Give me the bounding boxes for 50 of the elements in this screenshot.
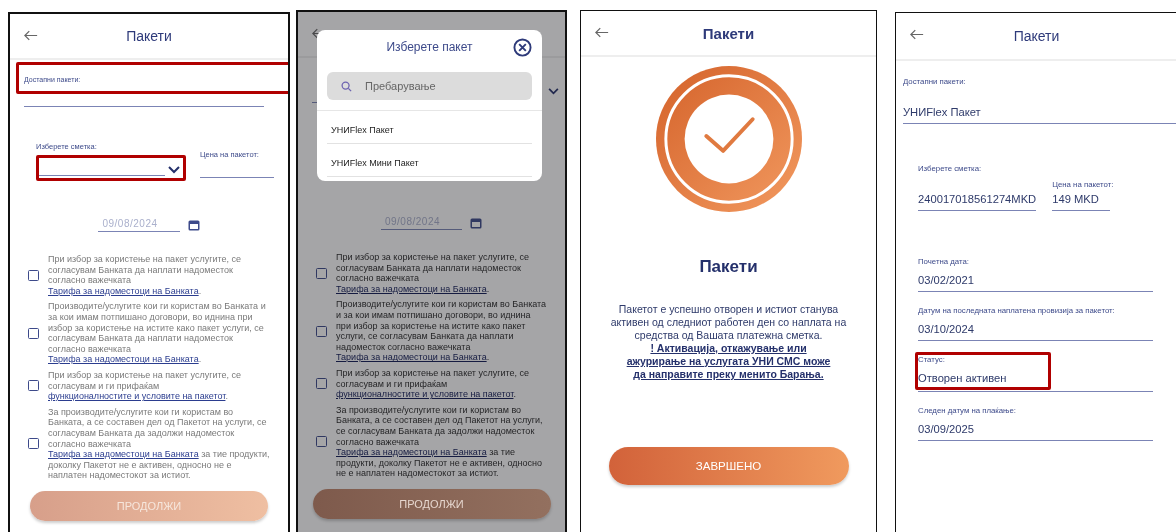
package-option[interactable]: УНИFlex Пакет [327,111,532,144]
agreement-text: При избор за користење на пакет услугите, се согласувам и ги прифаќам функционалностите и условите на пакетот. [48,369,242,402]
package-value[interactable]: УНИFlex Пакет [903,105,1176,124]
field-value: 03/10/2024 [918,322,975,336]
notice-link[interactable]: ! Активација, откажување или ажурирање на услугата УНИ СМС може да направите преку менито Барања. [621,342,836,381]
package-option[interactable]: УНИFlex Мини Пакет [327,144,532,177]
agreement-text: При избор за користење на пакет услугите, се согласувам Банката да наплати надоместок согласно важечката Тарифа за надоместоци на Банката. [336,252,530,295]
search-icon [341,81,352,92]
agreement-text: Производите/услугите кои ги користам во Банката и за кои имам потпишано договори, во иднина при избор за користење на истите како пакет услуги, се согласувам Банката да наплати надоместок согласно важечката Тарифа за надоместоци на Банката. [336,299,547,363]
close-icon[interactable] [513,38,532,57]
calendar-icon[interactable] [470,217,483,229]
field-value: Отворен активен [918,371,1008,385]
success-check-icon [654,65,803,213]
search-field[interactable]: Пребарување [327,72,532,100]
back-arrow-icon[interactable] [24,30,38,41]
checkbox[interactable] [316,436,327,448]
screen-title: Пакети [126,28,172,44]
account-value[interactable]: 240017018561274MKD [918,192,1037,211]
back-arrow-icon[interactable] [910,29,924,40]
agreement-text: За производите/услугите кои ги користам во Банката, а се составен дел од Пакетот на услуги, се согласувам Банката да задолжи надоместок согласно важечката Тарифа за надоместоци на Банката за тие продукти, доколку Пакетот не е активен, односно не е наплатен надоместокот за истиот. [48,406,270,481]
tariff-link[interactable]: Тарифа за надоместоци на Банката [336,352,487,363]
checkbox[interactable] [316,378,327,390]
success-message: Пакетот е успешно отворен и истиот станува активен од следниот работен ден со наплата на средства од Вашата платежна сметка. [609,303,848,342]
agreement-text: При избор за користење на пакет услугите, се согласувам и ги прифаќам функционалностите и условите на пакетот. [336,367,530,400]
checkbox[interactable] [28,269,39,281]
success-heading: Пакети [698,257,759,277]
field-value: 03/09/2025 [918,422,975,436]
checkbox[interactable] [316,325,327,337]
chevron-down-icon [548,88,559,95]
chevron-down-icon [168,166,180,174]
agreement-text: При избор за користење на пакет услугите, се согласувам Банката да наплати надоместок согласно важечката Тарифа за надоместоци на Банката. [48,254,242,297]
price-value: 149 MKD [1052,192,1111,211]
checkbox[interactable] [28,327,39,339]
agreement-text: Производите/услугите кои ги користам во Банката и за кои имам потпишано договори, во иднина при избор за користење на истите како пакет услуги, се согласувам Банката да наплати надоместок согласно важечката Тарифа за надоместоци на Банката. [48,301,267,365]
tariff-link[interactable]: Тарифа за надоместоци на Банката [336,447,487,458]
checkbox[interactable] [28,438,39,450]
checkbox[interactable] [28,380,39,392]
screen-title: Пакети [1013,28,1060,44]
back-arrow-icon[interactable] [595,27,609,38]
dialog-title: Изберете пакет [386,40,473,54]
tariff-link[interactable]: Тарифа за надоместоци на Банката [48,285,199,296]
agreement-text: За производите/услугите кои ги користам во Банката, а се составен дел од Пакетот на услуги, се согласувам Банката да задолжи надоместок согласно важечката Тарифа за надоместоци на Банката за тие продукти, доколку Пакетот не е активен, односно не е наплатен надоместокот за истиот. [336,404,544,479]
field-value: 03/02/2021 [918,273,975,287]
tariff-link[interactable]: Тарифа за надоместоци на Банката [48,354,199,365]
tariff-link[interactable]: Тарифа за надоместоци на Банката [336,283,487,294]
checkbox[interactable] [316,267,327,279]
account-dropdown[interactable] [36,155,186,181]
screen-title: Пакети [702,24,755,42]
calendar-icon[interactable] [187,219,200,231]
tariff-link[interactable]: Тарифа за надоместоци на Банката [48,449,199,460]
